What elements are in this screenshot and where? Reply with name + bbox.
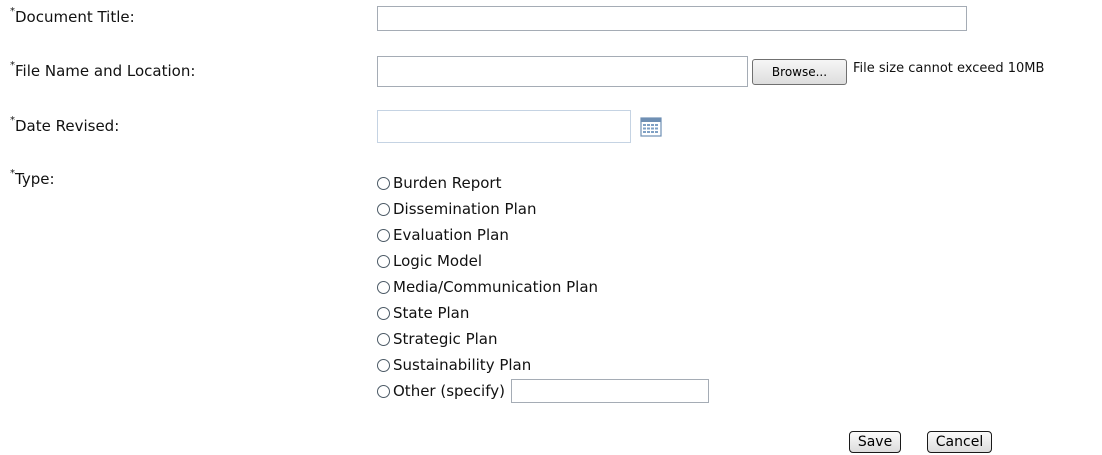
radio-option-label: Other (specify) bbox=[393, 382, 505, 400]
date-revised-input[interactable] bbox=[377, 110, 631, 143]
required-marker: * bbox=[10, 115, 15, 126]
radio-option-media-communication-plan[interactable]: Media/Communication Plan bbox=[377, 274, 709, 300]
radio-button[interactable] bbox=[377, 332, 390, 346]
radio-option-label: Sustainability Plan bbox=[393, 356, 532, 374]
required-marker: * bbox=[10, 168, 15, 179]
radio-option-strategic-plan[interactable]: Strategic Plan bbox=[377, 326, 709, 352]
radio-button[interactable] bbox=[377, 306, 390, 320]
calendar-icon[interactable] bbox=[640, 117, 662, 137]
radio-option-dissemination-plan[interactable]: Dissemination Plan bbox=[377, 196, 709, 222]
radio-option-label: Burden Report bbox=[393, 174, 502, 192]
radio-option-other[interactable]: Other (specify) bbox=[377, 378, 709, 404]
required-marker: * bbox=[10, 6, 15, 17]
other-specify-input[interactable] bbox=[510, 379, 709, 403]
radio-button[interactable] bbox=[377, 358, 390, 372]
file-name-label: *File Name and Location: bbox=[10, 60, 196, 80]
radio-option-state-plan[interactable]: State Plan bbox=[377, 300, 709, 326]
browse-button[interactable]: Browse... bbox=[752, 59, 847, 85]
radio-button[interactable] bbox=[377, 280, 390, 294]
radio-button[interactable] bbox=[377, 254, 390, 268]
radio-button[interactable] bbox=[377, 384, 390, 398]
radio-option-label: Evaluation Plan bbox=[393, 226, 509, 244]
radio-option-evaluation-plan[interactable]: Evaluation Plan bbox=[377, 222, 709, 248]
radio-button[interactable] bbox=[377, 202, 390, 216]
radio-option-label: State Plan bbox=[393, 304, 470, 322]
radio-button[interactable] bbox=[377, 176, 390, 190]
document-title-label: *Document Title: bbox=[10, 6, 135, 26]
document-title-input[interactable] bbox=[377, 6, 967, 31]
radio-option-burden-report[interactable]: Burden Report bbox=[377, 170, 709, 196]
file-name-input[interactable] bbox=[377, 56, 748, 87]
cancel-button[interactable]: Cancel bbox=[927, 431, 992, 453]
radio-option-label: Logic Model bbox=[393, 252, 483, 270]
save-button[interactable]: Save bbox=[849, 431, 901, 453]
radio-button[interactable] bbox=[377, 228, 390, 242]
type-label: *Type: bbox=[10, 168, 55, 188]
file-size-note: File size cannot exceed 10MB bbox=[853, 61, 1045, 76]
radio-option-label: Dissemination Plan bbox=[393, 200, 537, 218]
radio-option-logic-model[interactable]: Logic Model bbox=[377, 248, 709, 274]
type-radio-group: Burden Report Dissemination Plan Evaluat… bbox=[377, 170, 709, 404]
required-marker: * bbox=[10, 60, 15, 71]
radio-option-sustainability-plan[interactable]: Sustainability Plan bbox=[377, 352, 709, 378]
radio-option-label: Media/Communication Plan bbox=[393, 278, 599, 296]
date-revised-label: *Date Revised: bbox=[10, 115, 120, 135]
radio-option-label: Strategic Plan bbox=[393, 330, 498, 348]
